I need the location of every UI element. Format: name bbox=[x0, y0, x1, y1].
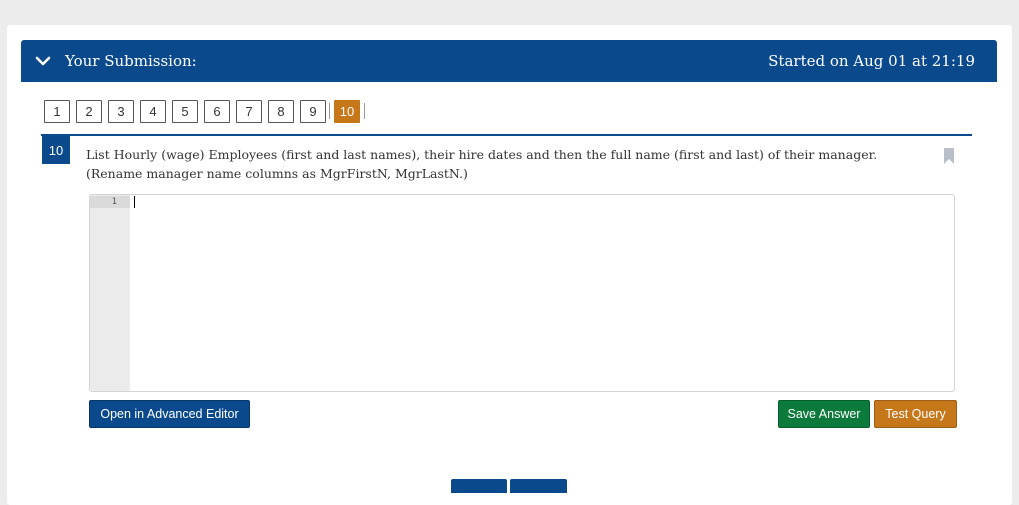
page-button-3[interactable]: 3 bbox=[108, 99, 134, 123]
chevron-down-icon[interactable] bbox=[35, 51, 51, 71]
started-timestamp: Started on Aug 01 at 21:19 bbox=[768, 52, 975, 70]
page-button-2[interactable]: 2 bbox=[76, 99, 102, 123]
page-button-1[interactable]: 1 bbox=[44, 99, 70, 123]
line-number: 1 bbox=[90, 196, 130, 208]
editor-code-area[interactable] bbox=[130, 195, 954, 391]
pager-separator bbox=[329, 103, 330, 119]
open-advanced-editor-button[interactable]: Open in Advanced Editor bbox=[89, 400, 250, 428]
test-query-button[interactable]: Test Query bbox=[874, 400, 957, 428]
question-divider bbox=[41, 134, 972, 136]
text-cursor bbox=[134, 196, 135, 208]
question-pager: 1 2 3 4 5 6 7 8 9 10 bbox=[44, 99, 365, 123]
question-number-badge: 10 bbox=[42, 136, 70, 164]
question-text: List Hourly (wage) Employees (first and … bbox=[86, 147, 878, 181]
page-button-9[interactable]: 9 bbox=[300, 99, 326, 123]
page-button-4[interactable]: 4 bbox=[140, 99, 166, 123]
page-button-5[interactable]: 5 bbox=[172, 99, 198, 123]
save-answer-button[interactable]: Save Answer bbox=[778, 400, 870, 428]
pager-separator bbox=[364, 103, 365, 119]
page-button-6[interactable]: 6 bbox=[204, 99, 230, 123]
submission-header[interactable]: Your Submission: Started on Aug 01 at 21… bbox=[21, 40, 997, 82]
bookmark-icon[interactable] bbox=[944, 148, 954, 164]
page-button-7[interactable]: 7 bbox=[236, 99, 262, 123]
sql-editor[interactable]: 1 bbox=[89, 194, 955, 392]
editor-gutter: 1 bbox=[90, 195, 130, 391]
page-button-8[interactable]: 8 bbox=[268, 99, 294, 123]
submission-title: Your Submission: bbox=[65, 52, 197, 70]
page-button-current[interactable]: 10 bbox=[334, 99, 360, 123]
